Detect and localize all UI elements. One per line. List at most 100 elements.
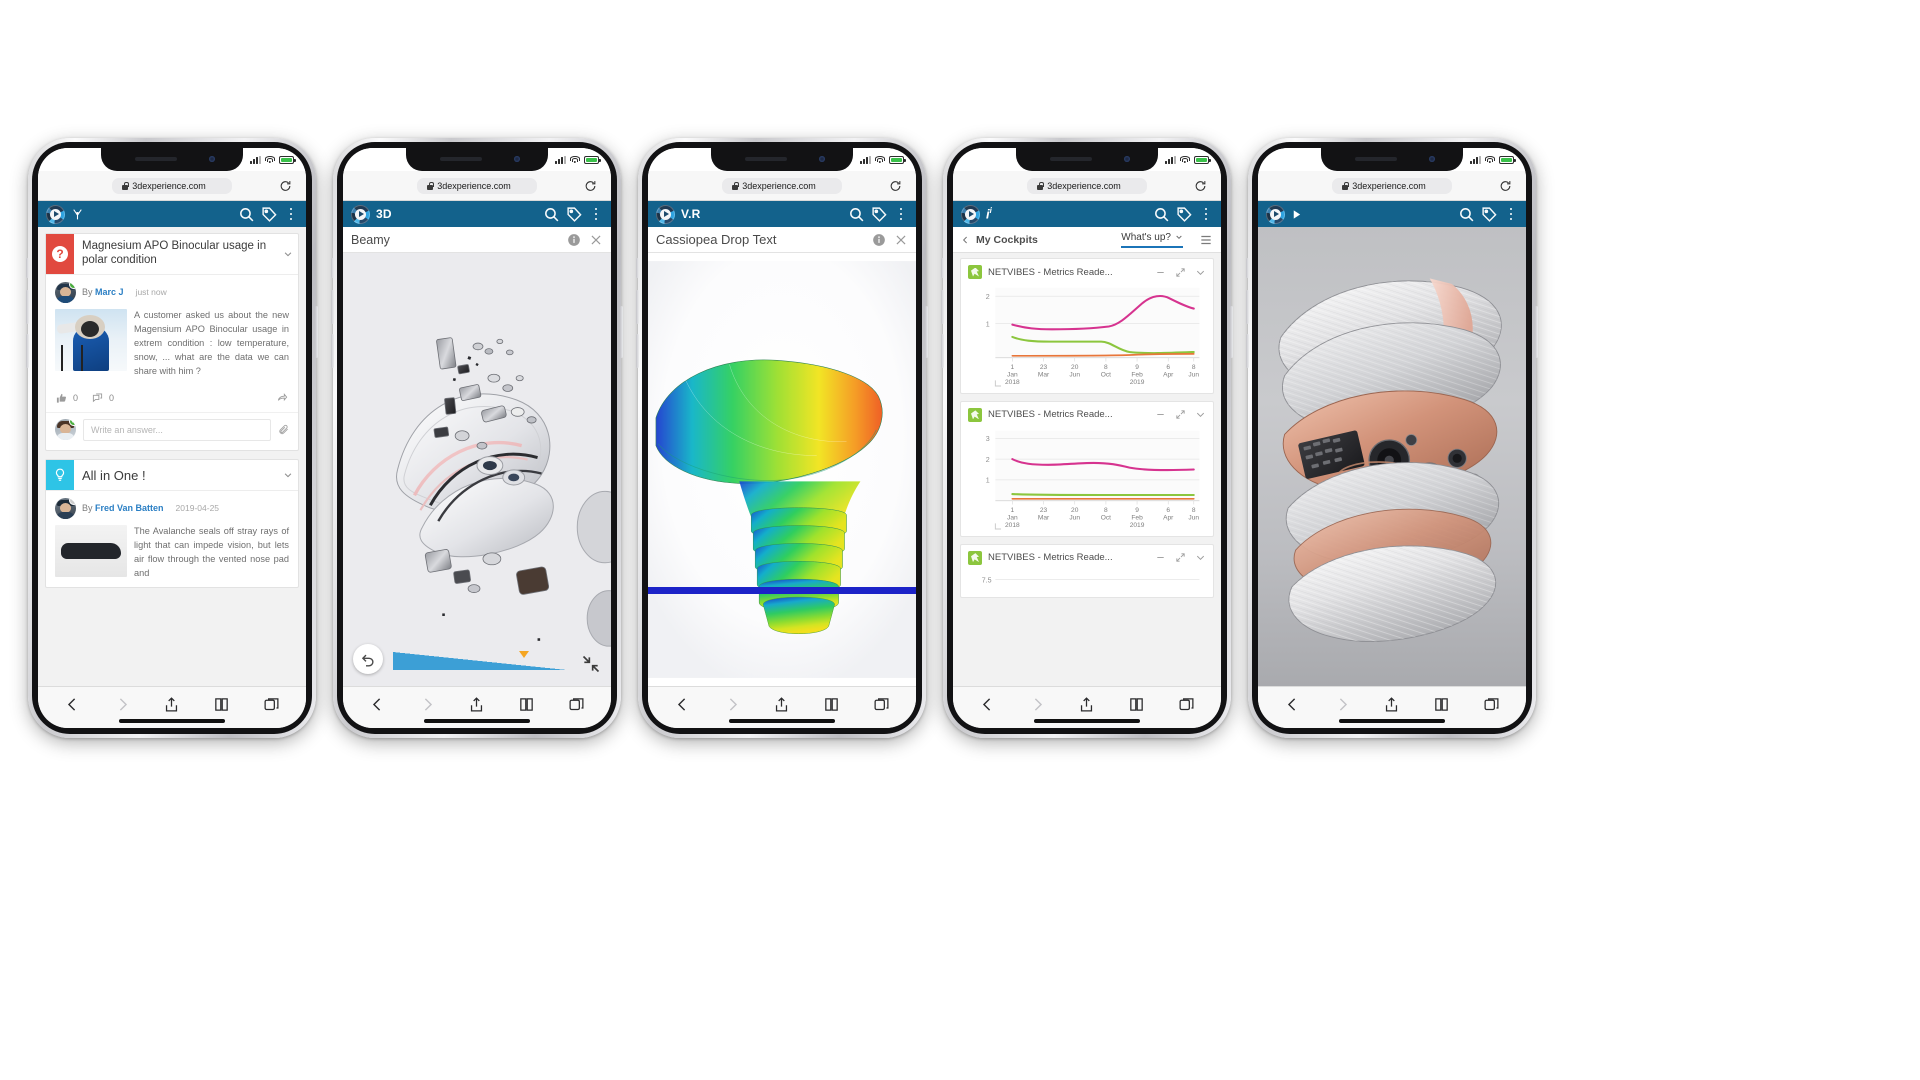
url-pill[interactable]: 3dexperience.com [1332,177,1452,194]
avatar[interactable]: ✓ [55,419,76,441]
search-icon[interactable] [238,206,255,223]
kebab-menu-icon[interactable] [589,206,603,223]
tag-icon[interactable] [1176,206,1193,223]
slider-knob[interactable] [518,651,529,658]
power-button[interactable] [1535,306,1538,358]
tabs-icon[interactable] [1483,695,1500,714]
volume-down-button[interactable] [636,334,639,368]
home-indicator[interactable] [1339,719,1445,723]
volume-up-button[interactable] [636,290,639,324]
3dexperience-compass-icon[interactable] [46,204,65,224]
tag-icon[interactable] [261,206,278,223]
url-pill[interactable]: 3dexperience.com [417,177,537,194]
chevron-right-icon[interactable] [419,695,436,714]
3dexperience-compass-icon[interactable] [1266,204,1285,224]
volume-down-button[interactable] [26,334,29,368]
author-link[interactable]: Fred Van Batten [95,503,164,513]
tag-icon[interactable] [871,206,888,223]
tag-icon[interactable] [1481,206,1498,223]
chevron-right-icon[interactable] [724,695,741,714]
tab-whats-up[interactable]: What's up? [1121,232,1183,248]
3dexperience-compass-icon[interactable] [961,204,980,224]
share-icon[interactable] [1383,695,1400,714]
chevron-down-icon[interactable] [1195,552,1206,563]
home-indicator[interactable] [729,719,835,723]
dashboard-area[interactable]: My Cockpits What's up? NETVIBES - Metric… [953,227,1221,686]
chevron-right-icon[interactable] [1029,695,1046,714]
expand-icon[interactable] [1175,267,1186,278]
home-indicator[interactable] [1034,719,1140,723]
volume-up-button[interactable] [331,290,334,324]
search-icon[interactable] [543,206,560,223]
volume-up-button[interactable] [26,290,29,324]
collapse-arrows-icon[interactable] [581,654,601,674]
book-icon[interactable] [518,695,535,714]
3d-model-viewer[interactable] [343,253,611,686]
simulation-area[interactable]: Cassiopea Drop Text [648,227,916,686]
mute-switch[interactable] [636,258,639,278]
chevron-left-icon[interactable] [64,695,81,714]
url-pill[interactable]: 3dexperience.com [1027,177,1147,194]
like-icon[interactable] [56,393,67,404]
chevron-down-icon[interactable] [278,460,298,490]
reload-icon[interactable] [889,179,902,192]
3dexperience-compass-icon[interactable] [351,204,370,224]
kebab-menu-icon[interactable] [1199,206,1213,223]
power-button[interactable] [315,306,318,358]
mute-switch[interactable] [26,258,29,278]
tabs-icon[interactable] [1178,695,1195,714]
answer-input[interactable]: Write an answer... [83,418,271,441]
home-indicator[interactable] [119,719,225,723]
chevron-right-icon[interactable] [114,695,131,714]
mute-switch[interactable] [941,258,944,278]
browser-url-bar[interactable]: 3dexperience.com [953,171,1221,201]
volume-down-button[interactable] [331,334,334,368]
viewer-area[interactable]: Beamy [343,227,611,686]
power-button[interactable] [1230,306,1233,358]
author-link[interactable]: Marc J [95,287,124,297]
info-icon[interactable] [567,233,581,247]
ar-view[interactable] [1258,227,1526,686]
chevron-left-icon[interactable] [961,234,970,246]
volume-down-button[interactable] [1246,334,1249,368]
kebab-menu-icon[interactable] [1504,206,1518,223]
minimize-icon[interactable] [1155,267,1166,278]
volume-up-button[interactable] [941,290,944,324]
book-icon[interactable] [823,695,840,714]
browser-url-bar[interactable]: 3dexperience.com [38,171,306,201]
ar-product-render[interactable] [1258,227,1526,686]
url-pill[interactable]: 3dexperience.com [722,177,842,194]
minimize-icon[interactable] [1155,552,1166,563]
chevron-right-icon[interactable] [1334,695,1351,714]
comment-icon[interactable] [92,393,103,404]
chevron-left-icon[interactable] [674,695,691,714]
share-icon[interactable] [773,695,790,714]
power-button[interactable] [925,306,928,358]
tag-icon[interactable] [566,206,583,223]
share-icon[interactable] [1078,695,1095,714]
chevron-left-icon[interactable] [979,695,996,714]
simulation-viewer[interactable] [648,253,916,686]
kebab-menu-icon[interactable] [894,206,908,223]
book-icon[interactable] [213,695,230,714]
reload-icon[interactable] [1194,179,1207,192]
tabs-icon[interactable] [263,695,280,714]
volume-down-button[interactable] [941,334,944,368]
chevron-down-icon[interactable] [1195,267,1206,278]
attachment-icon[interactable] [278,424,289,435]
chevron-down-icon[interactable] [1195,409,1206,420]
chevron-left-icon[interactable] [369,695,386,714]
mute-switch[interactable] [331,258,334,278]
explode-slider[interactable] [393,651,567,670]
post-thumbnail[interactable] [55,524,127,577]
reload-icon[interactable] [279,179,292,192]
post-thumbnail[interactable] [55,308,127,371]
power-button[interactable] [620,306,623,358]
info-icon[interactable] [872,233,886,247]
volume-up-button[interactable] [1246,290,1249,324]
widget-list[interactable]: NETVIBES - Metrics Reade... 2 1 1 Jan 20… [953,253,1221,686]
kebab-menu-icon[interactable] [284,206,298,223]
close-icon[interactable] [894,233,908,247]
search-icon[interactable] [1458,206,1475,223]
close-icon[interactable] [589,233,603,247]
